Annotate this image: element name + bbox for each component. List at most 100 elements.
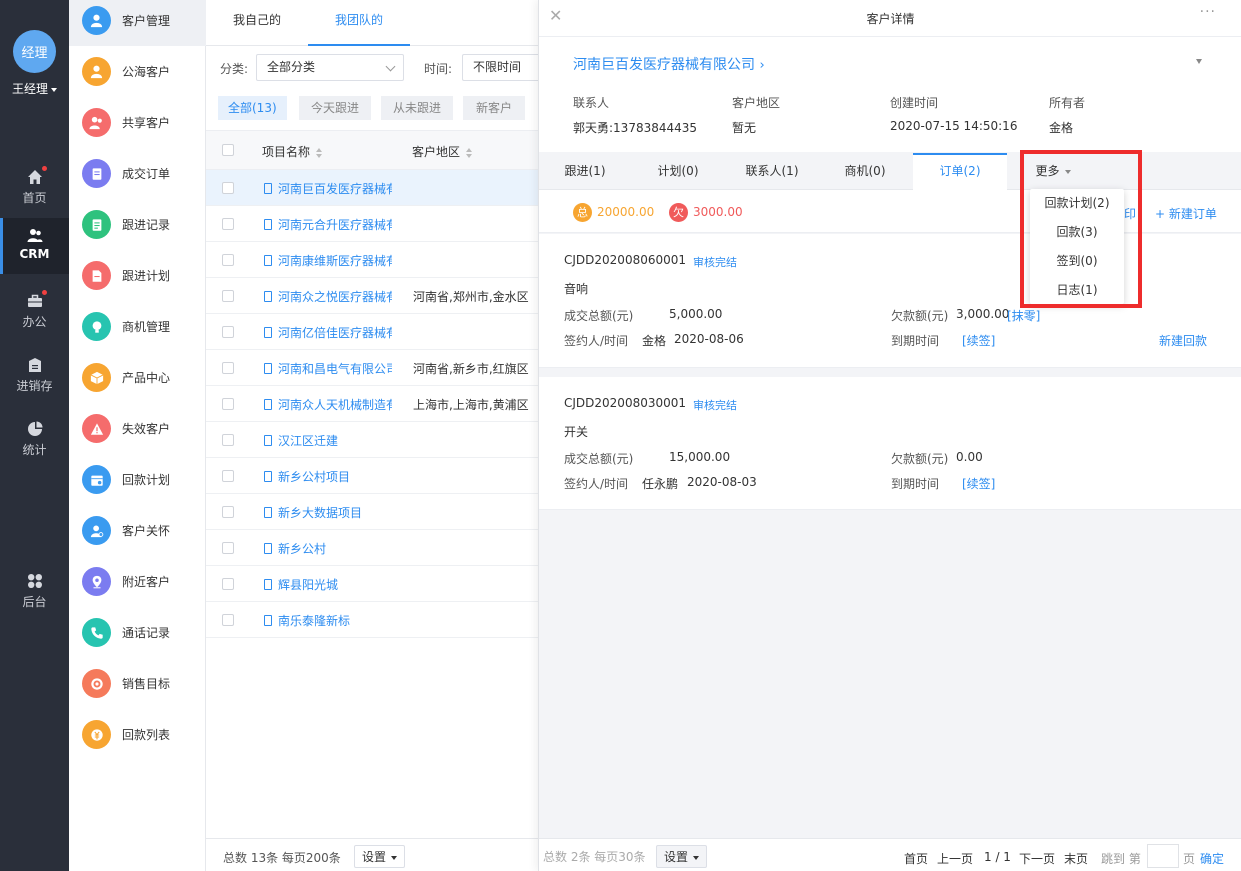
tab-mine[interactable]: 我自己的: [221, 0, 293, 46]
table-row[interactable]: 河南和昌电气有限公司 河南省,新乡市,红旗区: [206, 350, 538, 386]
row-checkbox[interactable]: [222, 326, 234, 338]
page-confirm-button[interactable]: 确定: [1200, 850, 1224, 867]
table-row[interactable]: 汉江区迁建: [206, 422, 538, 458]
page-jump-input[interactable]: [1147, 844, 1179, 868]
row-checkbox[interactable]: [222, 254, 234, 266]
tab-more[interactable]: 更多: [1027, 153, 1079, 190]
menu-item-sales-targets[interactable]: 销售目标: [69, 658, 206, 709]
print-link[interactable]: 印: [1124, 205, 1136, 222]
tab-plans[interactable]: 计划(0): [642, 153, 714, 190]
project-name-link[interactable]: 河南众之悦医疗器械有限公司: [264, 288, 392, 305]
menu-item-opportunities[interactable]: 商机管理: [69, 301, 206, 352]
menu-item-customers[interactable]: 客户管理: [69, 0, 206, 46]
user-menu[interactable]: 王经理: [0, 80, 69, 97]
company-link[interactable]: 河南巨百发医疗器械有限公司 ›: [573, 54, 765, 74]
table-row[interactable]: 辉县阳光城: [206, 566, 538, 602]
order-code[interactable]: CJDD202008030001: [564, 396, 686, 410]
menu-item-deal-orders[interactable]: 成交订单: [69, 148, 206, 199]
select-all-checkbox[interactable]: [222, 144, 234, 156]
more-item-logs[interactable]: 日志(1): [1030, 276, 1124, 305]
menu-item-followup-records[interactable]: 跟进记录: [69, 199, 206, 250]
menu-item-public-pool[interactable]: 公海客户: [69, 46, 206, 97]
table-row[interactable]: 河南康维斯医疗器械有限公司: [206, 242, 538, 278]
col-region[interactable]: 客户地区: [412, 143, 473, 160]
row-checkbox[interactable]: [222, 542, 234, 554]
table-row[interactable]: 河南巨百发医疗器械有限公司: [206, 170, 538, 206]
write-off-link[interactable]: [抹零]: [1007, 307, 1040, 324]
category-select[interactable]: 全部分类: [256, 54, 404, 81]
project-name-link[interactable]: 南乐泰隆新标: [264, 612, 392, 629]
table-row[interactable]: 新乡公村项目: [206, 458, 538, 494]
renew-link[interactable]: [续签]: [962, 475, 995, 492]
menu-item-lost-customers[interactable]: 失效客户: [69, 403, 206, 454]
row-checkbox[interactable]: [222, 578, 234, 590]
tab-opportunities[interactable]: 商机(0): [829, 153, 901, 190]
project-name-link[interactable]: 新乡公村项目: [264, 468, 392, 485]
row-checkbox[interactable]: [222, 434, 234, 446]
project-name-link[interactable]: 新乡大数据项目: [264, 504, 392, 521]
nav-item-crm[interactable]: CRM: [0, 218, 69, 274]
project-name-link[interactable]: 河南康维斯医疗器械有限公司: [264, 252, 392, 269]
new-order-button[interactable]: + 新建订单: [1155, 205, 1217, 222]
tab-team[interactable]: 我团队的: [308, 0, 410, 46]
project-name-link[interactable]: 河南巨百发医疗器械有限公司: [264, 180, 392, 197]
tab-followups[interactable]: 跟进(1): [549, 153, 621, 190]
menu-item-payment-plans[interactable]: 回款计划: [69, 454, 206, 505]
chip-all[interactable]: 全部(13): [218, 96, 287, 120]
renew-link[interactable]: [续签]: [962, 332, 995, 349]
more-item-payments[interactable]: 回款(3): [1030, 218, 1124, 247]
chip-new[interactable]: 新客户: [463, 96, 526, 120]
row-checkbox[interactable]: [222, 470, 234, 482]
caret-down-icon[interactable]: [1196, 59, 1202, 64]
project-name-link[interactable]: 辉县阳光城: [264, 576, 392, 593]
nav-item-admin[interactable]: 后台: [0, 564, 69, 620]
table-row[interactable]: 河南亿倍佳医疗器械有限公司: [206, 314, 538, 350]
menu-item-payment-list[interactable]: 回款列表: [69, 709, 206, 760]
chip-today[interactable]: 今天跟进: [299, 96, 372, 120]
project-name-link[interactable]: 河南众人天机械制造有限公司: [264, 396, 392, 413]
chip-never[interactable]: 从未跟进: [381, 96, 454, 120]
new-payment-button[interactable]: 新建回款: [1159, 332, 1207, 349]
project-name-link[interactable]: 河南元合升医疗器械有限公司: [264, 216, 392, 233]
avatar[interactable]: 经理: [13, 30, 56, 73]
project-name-link[interactable]: 新乡公村: [264, 540, 392, 557]
col-project-name[interactable]: 项目名称: [262, 143, 323, 160]
row-checkbox[interactable]: [222, 614, 234, 626]
table-row[interactable]: 新乡大数据项目: [206, 494, 538, 530]
table-row[interactable]: 河南众人天机械制造有限公司 上海市,上海市,黄浦区: [206, 386, 538, 422]
nav-item-inventory[interactable]: 进销存: [0, 348, 69, 404]
page-prev[interactable]: 上一页: [937, 850, 973, 867]
row-checkbox[interactable]: [222, 506, 234, 518]
order-code[interactable]: CJDD202008060001: [564, 253, 686, 267]
tab-orders[interactable]: 订单(2): [913, 153, 1007, 190]
more-item-payment-plans[interactable]: 回款计划(2): [1030, 189, 1124, 218]
project-name-link[interactable]: 河南和昌电气有限公司: [264, 360, 392, 377]
row-checkbox[interactable]: [222, 182, 234, 194]
menu-item-call-records[interactable]: 通话记录: [69, 607, 206, 658]
menu-item-followup-plans[interactable]: 跟进计划: [69, 250, 206, 301]
more-item-checkins[interactable]: 签到(0): [1030, 247, 1124, 276]
page-first[interactable]: 首页: [904, 850, 928, 867]
page-next[interactable]: 下一页: [1019, 850, 1055, 867]
nav-item-stats[interactable]: 统计: [0, 412, 69, 468]
row-checkbox[interactable]: [222, 218, 234, 230]
table-row[interactable]: 南乐泰隆新标: [206, 602, 538, 638]
row-checkbox[interactable]: [222, 362, 234, 374]
more-options-icon[interactable]: ···: [1200, 4, 1216, 20]
tab-contacts[interactable]: 联系人(1): [736, 153, 808, 190]
menu-item-nearby[interactable]: 附近客户: [69, 556, 206, 607]
page-last[interactable]: 末页: [1064, 850, 1088, 867]
menu-item-shared[interactable]: 共享客户: [69, 97, 206, 148]
project-name-link[interactable]: 汉江区迁建: [264, 432, 392, 449]
project-name-link[interactable]: 河南亿倍佳医疗器械有限公司: [264, 324, 392, 341]
menu-item-products[interactable]: 产品中心: [69, 352, 206, 403]
row-checkbox[interactable]: [222, 290, 234, 302]
detail-settings-button[interactable]: 设置: [656, 845, 708, 868]
list-settings-button[interactable]: 设置: [354, 845, 406, 868]
nav-item-home[interactable]: 首页: [0, 160, 69, 216]
row-checkbox[interactable]: [222, 398, 234, 410]
menu-item-customer-care[interactable]: 客户关怀: [69, 505, 206, 556]
table-row[interactable]: 河南众之悦医疗器械有限公司 河南省,郑州市,金水区: [206, 278, 538, 314]
table-row[interactable]: 新乡公村: [206, 530, 538, 566]
nav-item-office[interactable]: 办公: [0, 284, 69, 340]
